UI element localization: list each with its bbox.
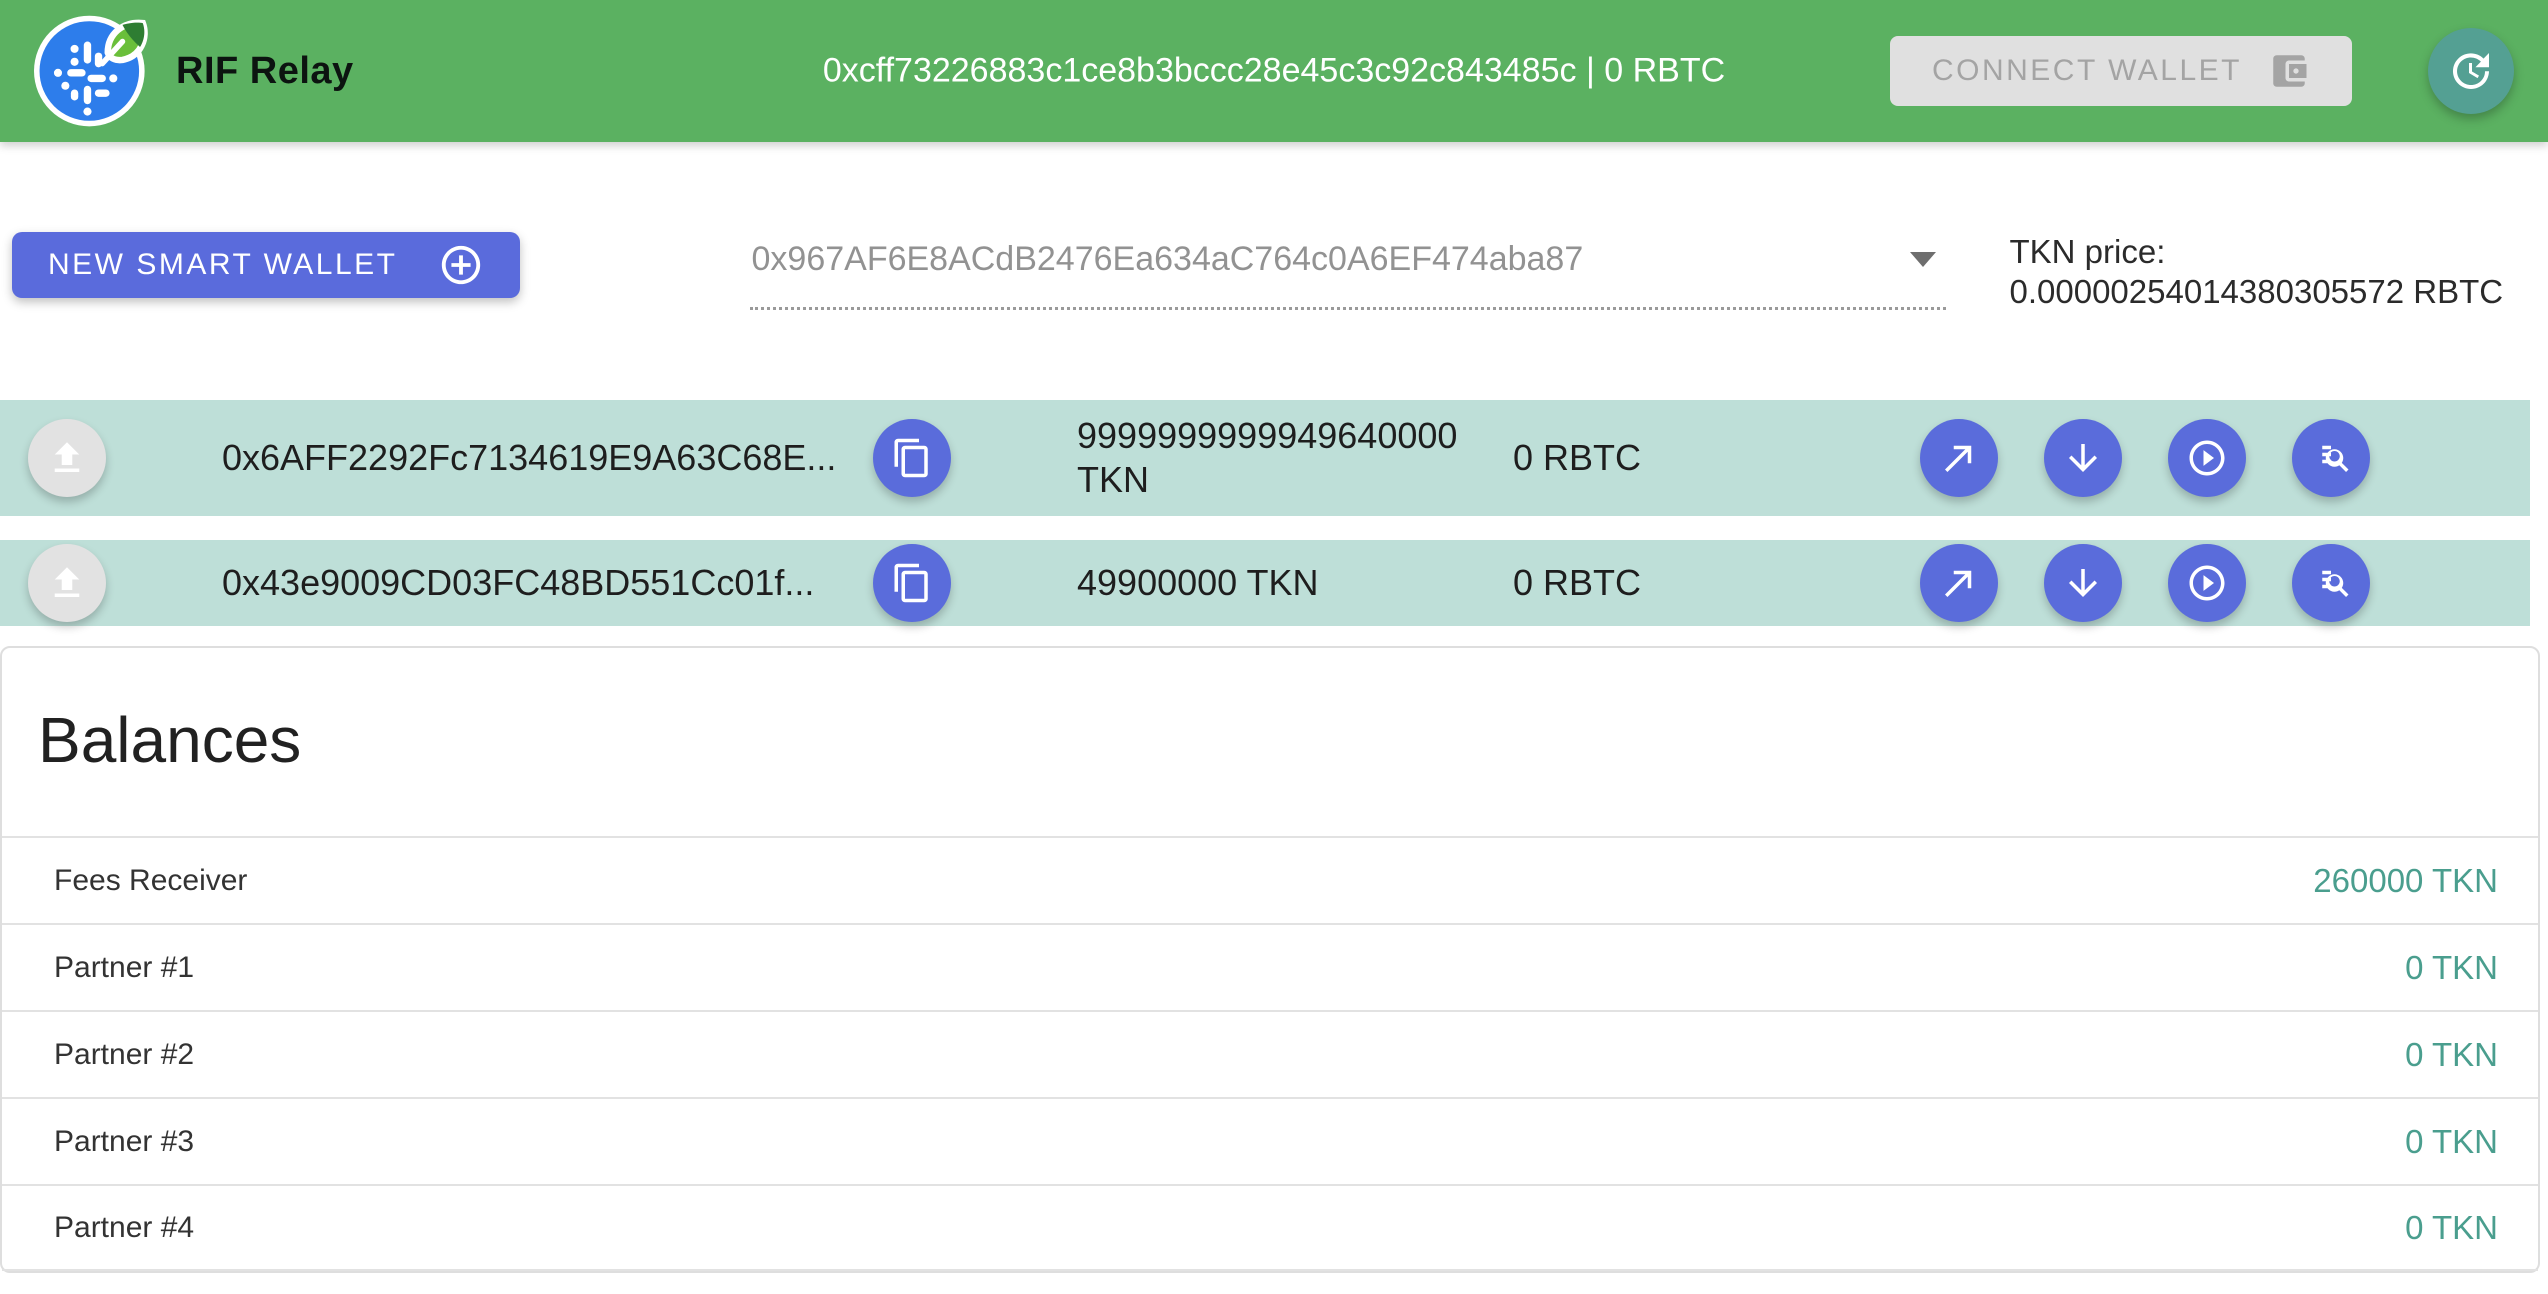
balance-label: Partner #1 [54, 951, 194, 985]
upload-icon [46, 562, 88, 604]
connect-wallet-label: CONNECT WALLET [1932, 54, 2242, 88]
balance-row: Partner #3 0 TKN [2, 1097, 2538, 1184]
balance-value: 0 TKN [2405, 949, 2498, 987]
copy-address-button[interactable] [873, 419, 951, 497]
balance-label: Partner #4 [54, 1211, 194, 1245]
token-balance: 49900000 TKN [1077, 561, 1507, 605]
connected-account-info: 0xcff73226883c1ce8b3bccc28e45c3c92c84348… [823, 52, 1725, 91]
balances-title: Balances [38, 704, 2538, 776]
token-price: TKN price: 0.00000254014380305572 RBTC [2010, 232, 2504, 312]
arrow-up-right-icon [1938, 437, 1980, 479]
token-price-value: 0.00000254014380305572 RBTC [2010, 272, 2504, 312]
app-header: RIF Relay 0xcff73226883c1ce8b3bccc28e45c… [0, 0, 2548, 142]
rif-relay-logo-icon [34, 12, 152, 130]
transfer-button[interactable] [1920, 419, 1998, 497]
new-smart-wallet-label: NEW SMART WALLET [48, 248, 398, 282]
header-actions: CONNECT WALLET [1890, 28, 2514, 114]
rbtc-balance: 0 RBTC [1513, 437, 1813, 479]
balance-label: Partner #2 [54, 1038, 194, 1072]
new-smart-wallet-button[interactable]: NEW SMART WALLET [12, 232, 520, 298]
wallet-actions [1920, 564, 2370, 602]
wallet-icon [2268, 50, 2310, 92]
inspect-button[interactable] [2292, 544, 2370, 622]
deploy-upload-button[interactable] [28, 544, 106, 622]
play-circle-icon [2186, 437, 2228, 479]
add-circle-icon [438, 242, 484, 288]
app-title: RIF Relay [176, 50, 354, 93]
upload-icon [46, 437, 88, 479]
arrow-down-icon [2062, 562, 2104, 604]
connect-wallet-button[interactable]: CONNECT WALLET [1890, 36, 2352, 106]
smart-wallet-row: 0x43e9009CD03FC48BD551Cc01f... 49900000 … [0, 540, 2530, 626]
copy-icon [891, 437, 933, 479]
balances-card: Balances Fees Receiver 260000 TKN Partne… [0, 646, 2540, 1273]
smart-wallet-list: 0x6AFF2292Fc7134619E9A63C68E... 99999999… [0, 400, 2548, 626]
arrow-down-icon [2062, 437, 2104, 479]
transfer-button[interactable] [1920, 544, 1998, 622]
smart-wallet-select-value: 0x967AF6E8ACdB2476Ea634aC764c0A6EF474aba… [752, 240, 1584, 279]
refresh-clock-icon [2447, 47, 2495, 95]
token-balance: 9999999999949640000 TKN [1077, 414, 1507, 502]
arrow-up-right-icon [1938, 562, 1980, 604]
wallet-actions [1920, 439, 2370, 477]
manage-search-icon [2310, 562, 2352, 604]
balance-row: Partner #1 0 TKN [2, 923, 2538, 1010]
receive-button[interactable] [2044, 419, 2122, 497]
smart-wallet-select[interactable]: 0x967AF6E8ACdB2476Ea634aC764c0A6EF474aba… [750, 232, 1946, 310]
balance-value: 0 TKN [2405, 1209, 2498, 1247]
smart-wallet-address: 0x43e9009CD03FC48BD551Cc01f... [106, 562, 873, 604]
copy-icon [891, 562, 933, 604]
balance-value: 260000 TKN [2313, 862, 2498, 900]
copy-address-button[interactable] [873, 544, 951, 622]
token-price-label: TKN price: [2010, 232, 2504, 272]
balance-value: 0 TKN [2405, 1036, 2498, 1074]
balance-label: Fees Receiver [54, 864, 247, 898]
balance-row: Fees Receiver 260000 TKN [2, 836, 2538, 923]
smart-wallet-row: 0x6AFF2292Fc7134619E9A63C68E... 99999999… [0, 400, 2530, 516]
chevron-down-icon [1910, 252, 1936, 267]
deploy-upload-button[interactable] [28, 419, 106, 497]
toolbar: NEW SMART WALLET 0x967AF6E8ACdB2476Ea634… [0, 142, 2548, 312]
rif-relay-page: RIF Relay 0xcff73226883c1ce8b3bccc28e45c… [0, 0, 2548, 1294]
manage-search-icon [2310, 437, 2352, 479]
play-circle-icon [2186, 562, 2228, 604]
refresh-button[interactable] [2428, 28, 2514, 114]
execute-button[interactable] [2168, 544, 2246, 622]
receive-button[interactable] [2044, 544, 2122, 622]
inspect-button[interactable] [2292, 419, 2370, 497]
rbtc-balance: 0 RBTC [1513, 562, 1813, 604]
balance-value: 0 TKN [2405, 1123, 2498, 1161]
balance-row: Partner #4 0 TKN [2, 1184, 2538, 1271]
execute-button[interactable] [2168, 419, 2246, 497]
balance-label: Partner #3 [54, 1125, 194, 1159]
balance-row: Partner #2 0 TKN [2, 1010, 2538, 1097]
smart-wallet-address: 0x6AFF2292Fc7134619E9A63C68E... [106, 437, 873, 479]
